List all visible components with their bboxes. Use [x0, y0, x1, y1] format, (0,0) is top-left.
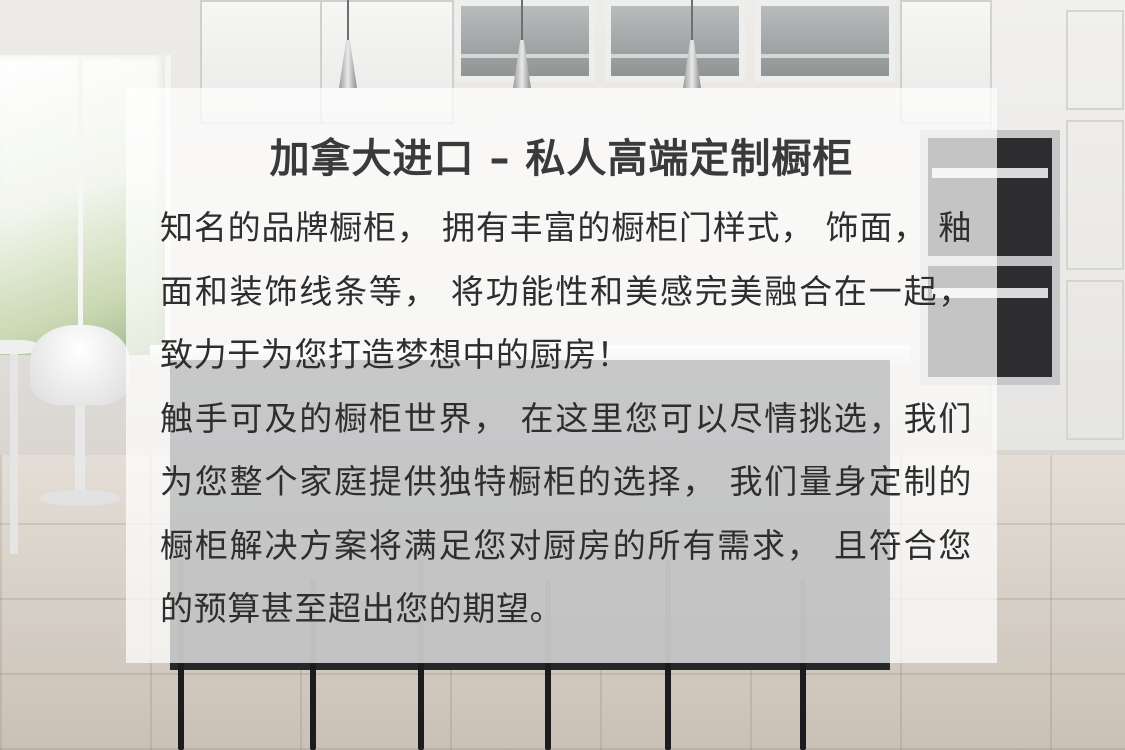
window-mullion	[78, 55, 83, 355]
glass-cabinet	[605, 0, 745, 82]
pendant-cord	[521, 0, 523, 40]
kitchen-background-image: 加拿大进口 – 私人高端定制橱柜 知名的品牌橱柜， 拥有丰富的橱柜门样式， 饰面…	[0, 0, 1125, 750]
tulip-chair	[20, 315, 140, 515]
body-paragraph-2: 触手可及的橱柜世界， 在这里您可以尽情挑选，我们为您整个家庭提供独特橱柜的选择，…	[160, 398, 972, 629]
glass-cabinet	[755, 0, 895, 82]
intro-panel: 加拿大进口 – 私人高端定制橱柜 知名的品牌橱柜， 拥有丰富的橱柜门样式， 饰面…	[126, 88, 997, 663]
panel-title: 加拿大进口 – 私人高端定制橱柜	[269, 136, 854, 182]
body-paragraph-1: 知名的品牌橱柜， 拥有丰富的橱柜门样式， 饰面， 釉面和装饰线条等， 将功能性和…	[160, 208, 972, 374]
pendant-cord	[347, 0, 349, 40]
pendant-cord	[691, 0, 693, 40]
panel-body: 知名的品牌橱柜， 拥有丰富的橱柜门样式， 饰面， 釉面和装饰线条等， 将功能性和…	[160, 196, 972, 641]
